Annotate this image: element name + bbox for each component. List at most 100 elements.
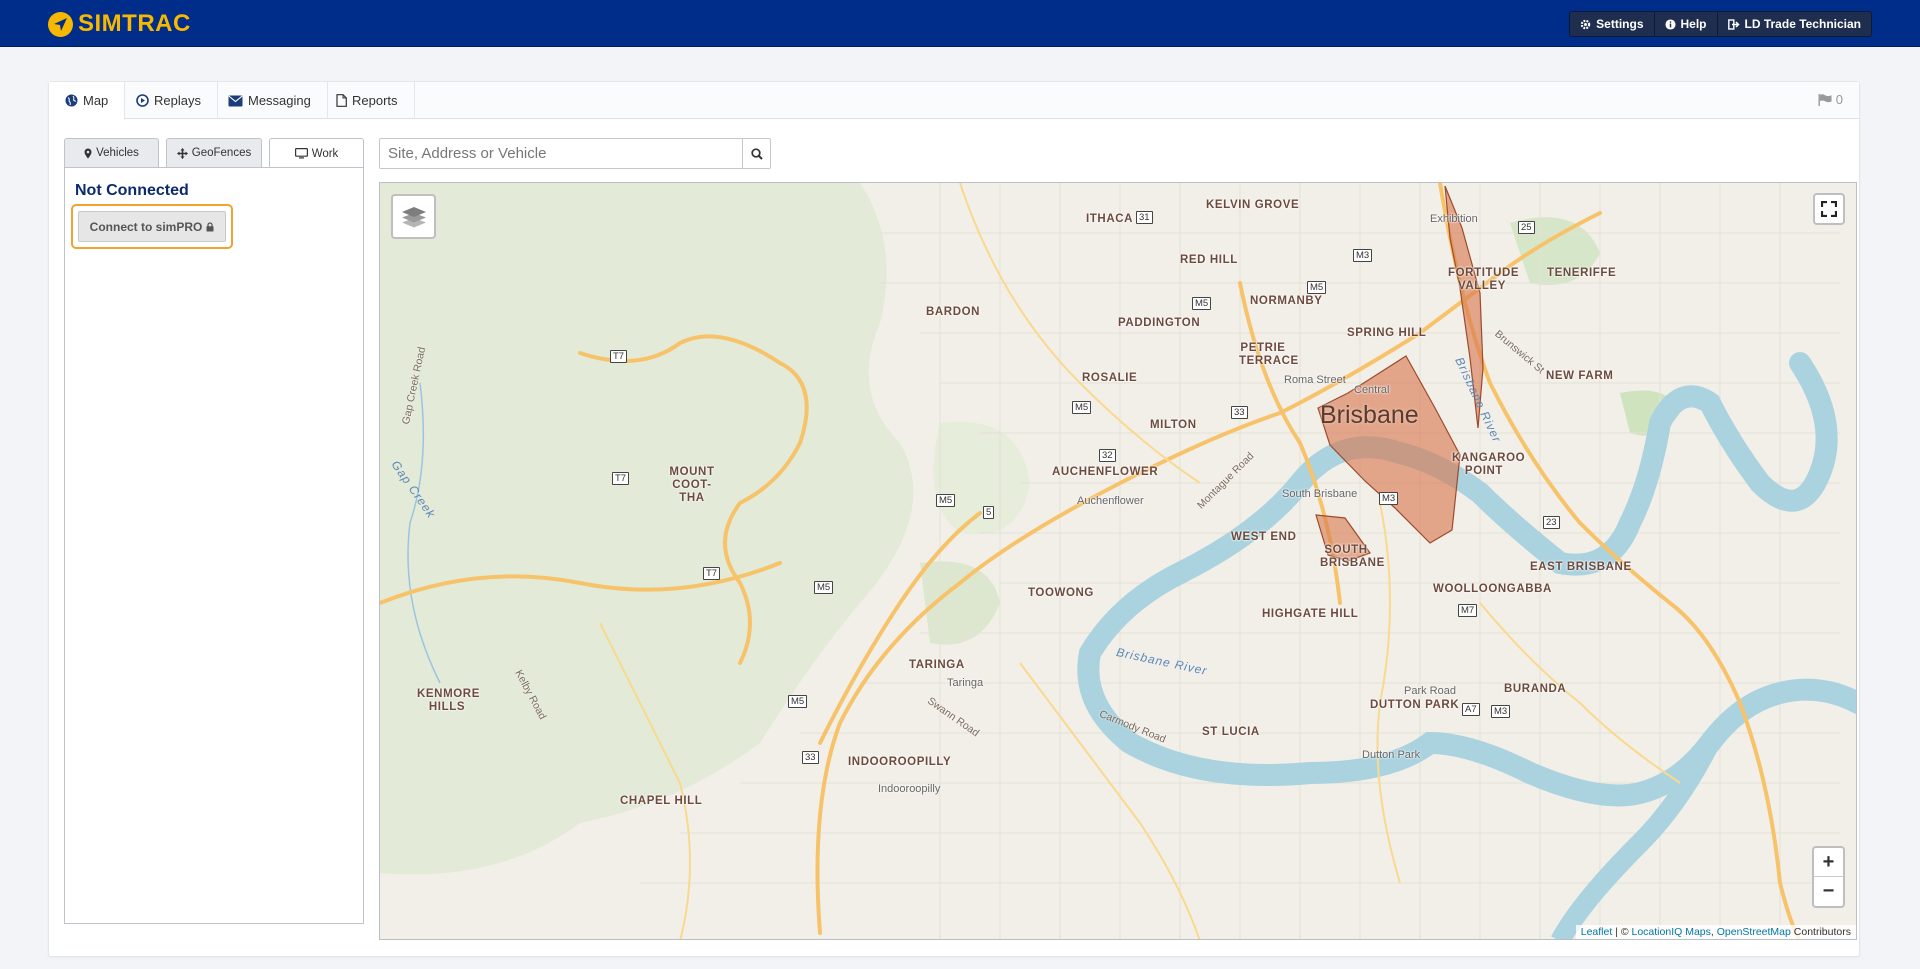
road-shield: T7 xyxy=(703,567,721,580)
play-circle-icon xyxy=(136,94,149,107)
leaflet-link[interactable]: Leaflet xyxy=(1581,926,1613,938)
tab-reports[interactable]: Reports xyxy=(320,82,415,119)
lock-icon xyxy=(206,221,214,231)
attribution-sep: | © xyxy=(1615,926,1629,938)
flag-counter[interactable]: 0 xyxy=(1818,92,1843,107)
file-icon xyxy=(336,94,347,107)
layers-icon xyxy=(401,206,426,227)
map-place-central: Central xyxy=(1354,384,1390,396)
locationiq-link[interactable]: LocationIQ Maps xyxy=(1632,926,1711,938)
help-label: Help xyxy=(1680,17,1707,31)
attribution-contributors: Contributors xyxy=(1793,926,1851,938)
fullscreen-icon xyxy=(1821,201,1837,217)
map-label-chapel-hill: CHAPEL HILL xyxy=(620,795,703,807)
fullscreen-button[interactable] xyxy=(1813,193,1845,225)
subtab-geofences-label: GeoFences xyxy=(191,147,252,159)
top-nav: Settings Help LD Trade Technician xyxy=(1569,11,1872,37)
help-button[interactable]: Help xyxy=(1654,12,1718,36)
location-arrow-icon xyxy=(48,11,73,37)
map-label-toowong: TOOWONG xyxy=(1028,587,1094,599)
map-label-teneriffe: TENERIFFE xyxy=(1547,267,1617,279)
top-bar: SIMTRAC Settings Help LD Trade Technicia… xyxy=(0,0,1920,47)
road-shield: 25 xyxy=(1518,221,1535,234)
map-label-rosalie: ROSALIE xyxy=(1082,372,1138,384)
search-bar xyxy=(379,138,771,169)
road-shield: M5 xyxy=(1307,281,1327,294)
map-label-south-brisbane: SOUTH BRISBANE xyxy=(1320,544,1385,569)
road-shield: 5 xyxy=(983,506,995,519)
subtab-geofences[interactable]: GeoFences xyxy=(166,138,262,167)
road-shield: 32 xyxy=(1099,449,1116,462)
logo-text: SIMTRAC xyxy=(78,10,191,37)
map-place-auchenflower: Auchenflower xyxy=(1077,495,1144,507)
connect-focus-ring: Connect to simPRO xyxy=(71,204,233,249)
connect-simpro-button[interactable]: Connect to simPRO xyxy=(78,211,226,242)
map-label-paddington: PADDINGTON xyxy=(1118,317,1201,329)
road-shield: 31 xyxy=(1136,211,1153,224)
tab-map[interactable]: Map xyxy=(49,82,126,120)
road-shield: 33 xyxy=(802,751,819,764)
map-label-kenmore-hills: KENMORE HILLS xyxy=(417,688,480,713)
monitor-icon xyxy=(294,148,308,159)
road-shield: M7 xyxy=(1458,604,1478,617)
map-attribution: Leaflet | © LocationIQ Maps, OpenStreetM… xyxy=(1575,925,1856,939)
map-label-bardon: BARDON xyxy=(926,306,981,318)
tab-messaging-label: Messaging xyxy=(248,93,311,108)
road-shield: M5 xyxy=(1072,401,1092,414)
map-label-dutton-park: DUTTON PARK xyxy=(1370,699,1460,711)
map-place-dutton-park: Dutton Park xyxy=(1362,749,1421,761)
gear-icon xyxy=(1580,19,1591,29)
map-label-spring-hill: SPRING HILL xyxy=(1347,327,1427,339)
globe-icon xyxy=(65,94,78,107)
simtrac-logo[interactable]: SIMTRAC xyxy=(48,10,191,37)
settings-button[interactable]: Settings xyxy=(1570,12,1655,36)
road-shield: M5 xyxy=(814,581,834,594)
flag-count-value: 0 xyxy=(1835,92,1843,107)
map-view[interactable]: ITHACA KELVIN GROVE RED HILL BARDON NORM… xyxy=(379,182,1857,940)
user-account-button[interactable]: LD Trade Technician xyxy=(1717,12,1871,36)
subtab-work[interactable]: Work xyxy=(269,138,364,168)
map-label-milton: MILTON xyxy=(1150,419,1197,431)
map-label-st-lucia: ST LUCIA xyxy=(1202,726,1260,738)
map-label-new-farm: NEW FARM xyxy=(1546,370,1614,382)
tab-messaging[interactable]: Messaging xyxy=(212,82,328,119)
map-label-brisbane: Brisbane xyxy=(1320,401,1419,429)
map-place-roma-street: Roma Street xyxy=(1284,374,1346,386)
map-place-south-brisbane: South Brisbane xyxy=(1282,488,1358,500)
main-panel: Map Replays Messaging Reports 0 Vehicles… xyxy=(48,81,1860,957)
zoom-out-button[interactable]: − xyxy=(1814,877,1843,906)
road-shield: M3 xyxy=(1379,492,1399,505)
map-place-exhibition: Exhibition xyxy=(1430,213,1478,225)
zoom-in-button[interactable]: + xyxy=(1814,848,1843,877)
road-shield: 33 xyxy=(1231,406,1248,419)
layers-control[interactable] xyxy=(391,194,436,239)
map-label-indooroopilly: INDOOROOPILLY xyxy=(848,756,952,768)
map-place-park-road: Park Road xyxy=(1404,685,1456,697)
road-shield: M3 xyxy=(1491,705,1511,718)
map-place-indooroopilly: Indooroopilly xyxy=(878,783,941,795)
map-label-taringa: TARINGA xyxy=(909,659,965,671)
subtab-work-label: Work xyxy=(311,147,339,160)
search-icon xyxy=(750,147,763,160)
map-label-kelvin-grove: KELVIN GROVE xyxy=(1206,199,1300,211)
subtab-vehicles[interactable]: Vehicles xyxy=(64,138,159,167)
map-label-red-hill: RED HILL xyxy=(1180,254,1238,266)
flag-icon xyxy=(1818,93,1832,106)
map-label-petrie-terrace: PETRIE TERRACE xyxy=(1239,342,1299,367)
map-label-ithaca: ITHACA xyxy=(1086,213,1134,225)
zoom-control: + − xyxy=(1812,846,1845,908)
road-shield: A7 xyxy=(1462,703,1480,716)
tab-reports-label: Reports xyxy=(352,93,398,108)
map-label-highgate-hill: HIGHGATE HILL xyxy=(1262,608,1359,620)
road-shield: T7 xyxy=(612,472,630,485)
search-input[interactable] xyxy=(379,138,743,169)
road-shield: M3 xyxy=(1353,249,1373,262)
osm-link[interactable]: OpenStreetMap xyxy=(1717,926,1791,938)
road-shield: M5 xyxy=(936,494,956,507)
map-label-auchenflower: AUCHENFLOWER xyxy=(1052,466,1159,478)
road-shield: M5 xyxy=(788,695,808,708)
road-shield: 23 xyxy=(1543,516,1560,529)
search-button[interactable] xyxy=(743,138,771,169)
tab-replays[interactable]: Replays xyxy=(120,82,218,119)
map-label-woolloongabba: WOOLLOONGABBA xyxy=(1433,583,1552,595)
